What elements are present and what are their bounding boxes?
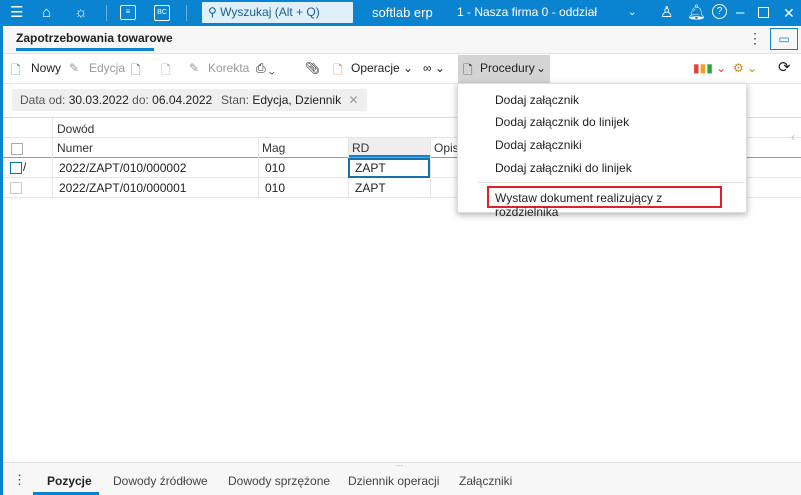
cell-mag: 010 xyxy=(265,161,286,175)
correct-icon: ✎ xyxy=(189,61,200,75)
state-filter-chip[interactable]: Stan: Edycja, Dziennik ✕ xyxy=(213,89,367,111)
user-icon[interactable]: ♙ xyxy=(660,4,673,22)
select-all-checkbox[interactable] xyxy=(11,143,23,155)
help-icon[interactable]: ? xyxy=(712,4,727,19)
procedures-icon: 🗋 xyxy=(463,63,473,77)
attachment-icon[interactable]: 📎︎ xyxy=(305,61,320,75)
app-name: softlab erp xyxy=(372,5,433,20)
more-options-icon[interactable]: ⋮ xyxy=(748,30,762,47)
top-bar: ☰ ⌂ ☼ ≡ BC ⚲ Wyszukaj (Alt + Q) softlab … xyxy=(0,0,801,26)
search-input[interactable]: ⚲ Wyszukaj (Alt + Q) xyxy=(202,2,353,23)
column-header-numer[interactable]: Numer xyxy=(57,141,93,155)
chart-icon[interactable]: ▮▮▮ ⌄ xyxy=(693,61,726,75)
chevron-down-icon: ⌄ xyxy=(536,61,547,75)
to-label: do: xyxy=(132,93,149,107)
correct-button[interactable]: Korekta xyxy=(208,61,249,75)
menu-item-add-attachments-lines[interactable]: Dodaj załączniki do linijek xyxy=(495,161,632,175)
row-checkbox[interactable] xyxy=(10,182,22,194)
settings-icon[interactable]: ⚙ ⌄ xyxy=(733,61,757,75)
tab-dziennik-operacji[interactable]: Dziennik operacji xyxy=(348,474,439,488)
from-label: od: xyxy=(48,93,66,107)
column-header-opis[interactable]: Opis xyxy=(434,141,459,155)
print-icon[interactable]: ⎙ ⌄ xyxy=(256,61,275,76)
new-doc-icon: 🗋 xyxy=(11,63,21,77)
menu-item-add-attachment[interactable]: Dodaj załącznik xyxy=(495,93,579,107)
document-list-icon[interactable]: ≡ xyxy=(120,5,136,20)
active-tab-indicator xyxy=(16,48,154,51)
close-icon[interactable]: ✕ xyxy=(783,4,795,22)
date-from: 30.03.2022 xyxy=(68,93,129,107)
cell-numer: 2022/ZAPT/010/000001 xyxy=(59,181,187,195)
tab-pozycje[interactable]: Pozycje xyxy=(47,474,92,488)
menu-item-label: Wystaw dokument realizujący z rozdzielni… xyxy=(495,191,663,219)
chevron-down-icon[interactable]: ⌄ xyxy=(628,4,636,22)
state-value: Edycja, Dziennik xyxy=(252,93,342,107)
procedures-button[interactable]: 🗋 Procedury ⌄ xyxy=(458,55,550,83)
bell-icon[interactable]: 🔔︎ xyxy=(687,4,706,22)
collapse-panel-icon[interactable]: ‹ xyxy=(791,130,795,144)
lightbulb-icon[interactable]: ☼ xyxy=(74,4,88,22)
more-tabs-icon[interactable]: ⋮ xyxy=(13,472,26,488)
menu-divider xyxy=(478,182,744,183)
resize-handle[interactable]: --- xyxy=(395,461,403,470)
search-placeholder: Wyszukaj (Alt + Q) xyxy=(220,5,320,19)
maximize-icon[interactable] xyxy=(758,7,769,18)
left-accent xyxy=(0,26,3,495)
minimize-icon[interactable]: – xyxy=(736,4,744,22)
cell-numer: 2022/ZAPT/010/000002 xyxy=(59,161,187,175)
home-icon[interactable]: ⌂ xyxy=(42,4,51,22)
menu-item-add-attachments[interactable]: Dodaj załączniki xyxy=(495,138,582,152)
bc-icon[interactable]: BC xyxy=(154,5,170,21)
row-checkbox[interactable] xyxy=(10,162,22,174)
operations-icon: 🗋 xyxy=(333,63,343,77)
group-header-dowod: Dowód xyxy=(57,122,95,136)
bottom-tabs: --- ⋮ Pozycje Dowody źródłowe Dowody spr… xyxy=(3,461,801,495)
delete-doc-icon[interactable]: 🗋 xyxy=(161,61,171,82)
operations-button[interactable]: Operacje ⌄ xyxy=(351,61,413,75)
title-row: Zapotrzebowania towarowe ⋮ ▭ xyxy=(3,26,801,54)
chat-icon[interactable]: ▭ xyxy=(770,28,798,50)
refresh-icon[interactable]: ⟳ xyxy=(778,58,791,76)
column-header-mag[interactable]: Mag xyxy=(262,141,285,155)
edit-row-icon: / xyxy=(23,160,27,174)
tab-zapotrzebowania[interactable]: Zapotrzebowania towarowe xyxy=(16,31,173,45)
tab-dowody-sprzezone[interactable]: Dowody sprzężone xyxy=(228,474,330,488)
new-button[interactable]: Nowy xyxy=(31,61,61,75)
tab-zalaczniki[interactable]: Załączniki xyxy=(459,474,512,488)
menu-item-issue-realizing-document[interactable]: Wystaw dokument realizujący z rozdzielni… xyxy=(487,186,722,219)
procedures-dropdown-menu: Dodaj załącznik Dodaj załącznik do linij… xyxy=(457,83,747,219)
date-to: 06.04.2022 xyxy=(152,93,213,107)
menu-item-add-attachment-lines[interactable]: Dodaj załącznik do linijek xyxy=(495,115,629,129)
edit-button[interactable]: Edycja xyxy=(89,61,125,75)
toolbar: 🗋 Nowy ✎ Edycja 🗋 🗋 ✎ Korekta ⎙ ⌄ 📎︎ 🗋 O… xyxy=(3,54,801,84)
cell-rd[interactable]: ZAPT xyxy=(355,161,386,175)
hamburger-menu-icon[interactable]: ☰ xyxy=(10,4,23,22)
date-label: Data xyxy=(20,93,46,107)
procedures-label: Procedury xyxy=(480,61,535,75)
state-label: Stan: xyxy=(221,93,250,107)
tab-dowody-zrodlowe[interactable]: Dowody źródłowe xyxy=(113,474,208,488)
company-selector[interactable]: 1 - Nasza firma 0 - oddział xyxy=(457,5,597,19)
cell-rd: ZAPT xyxy=(355,181,386,195)
date-filter-chip[interactable]: Data od: 30.03.2022 do: 06.04.2022 xyxy=(12,89,221,111)
info-doc-icon[interactable]: 🗋 xyxy=(131,61,141,82)
remove-filter-icon[interactable]: ✕ xyxy=(348,93,358,107)
column-header-rd[interactable]: RD xyxy=(352,141,369,155)
edit-icon: ✎ xyxy=(69,61,80,75)
cell-mag: 010 xyxy=(265,181,286,195)
links-icon[interactable]: ∞ ⌄ xyxy=(423,61,445,75)
operations-label: Operacje xyxy=(351,61,400,75)
